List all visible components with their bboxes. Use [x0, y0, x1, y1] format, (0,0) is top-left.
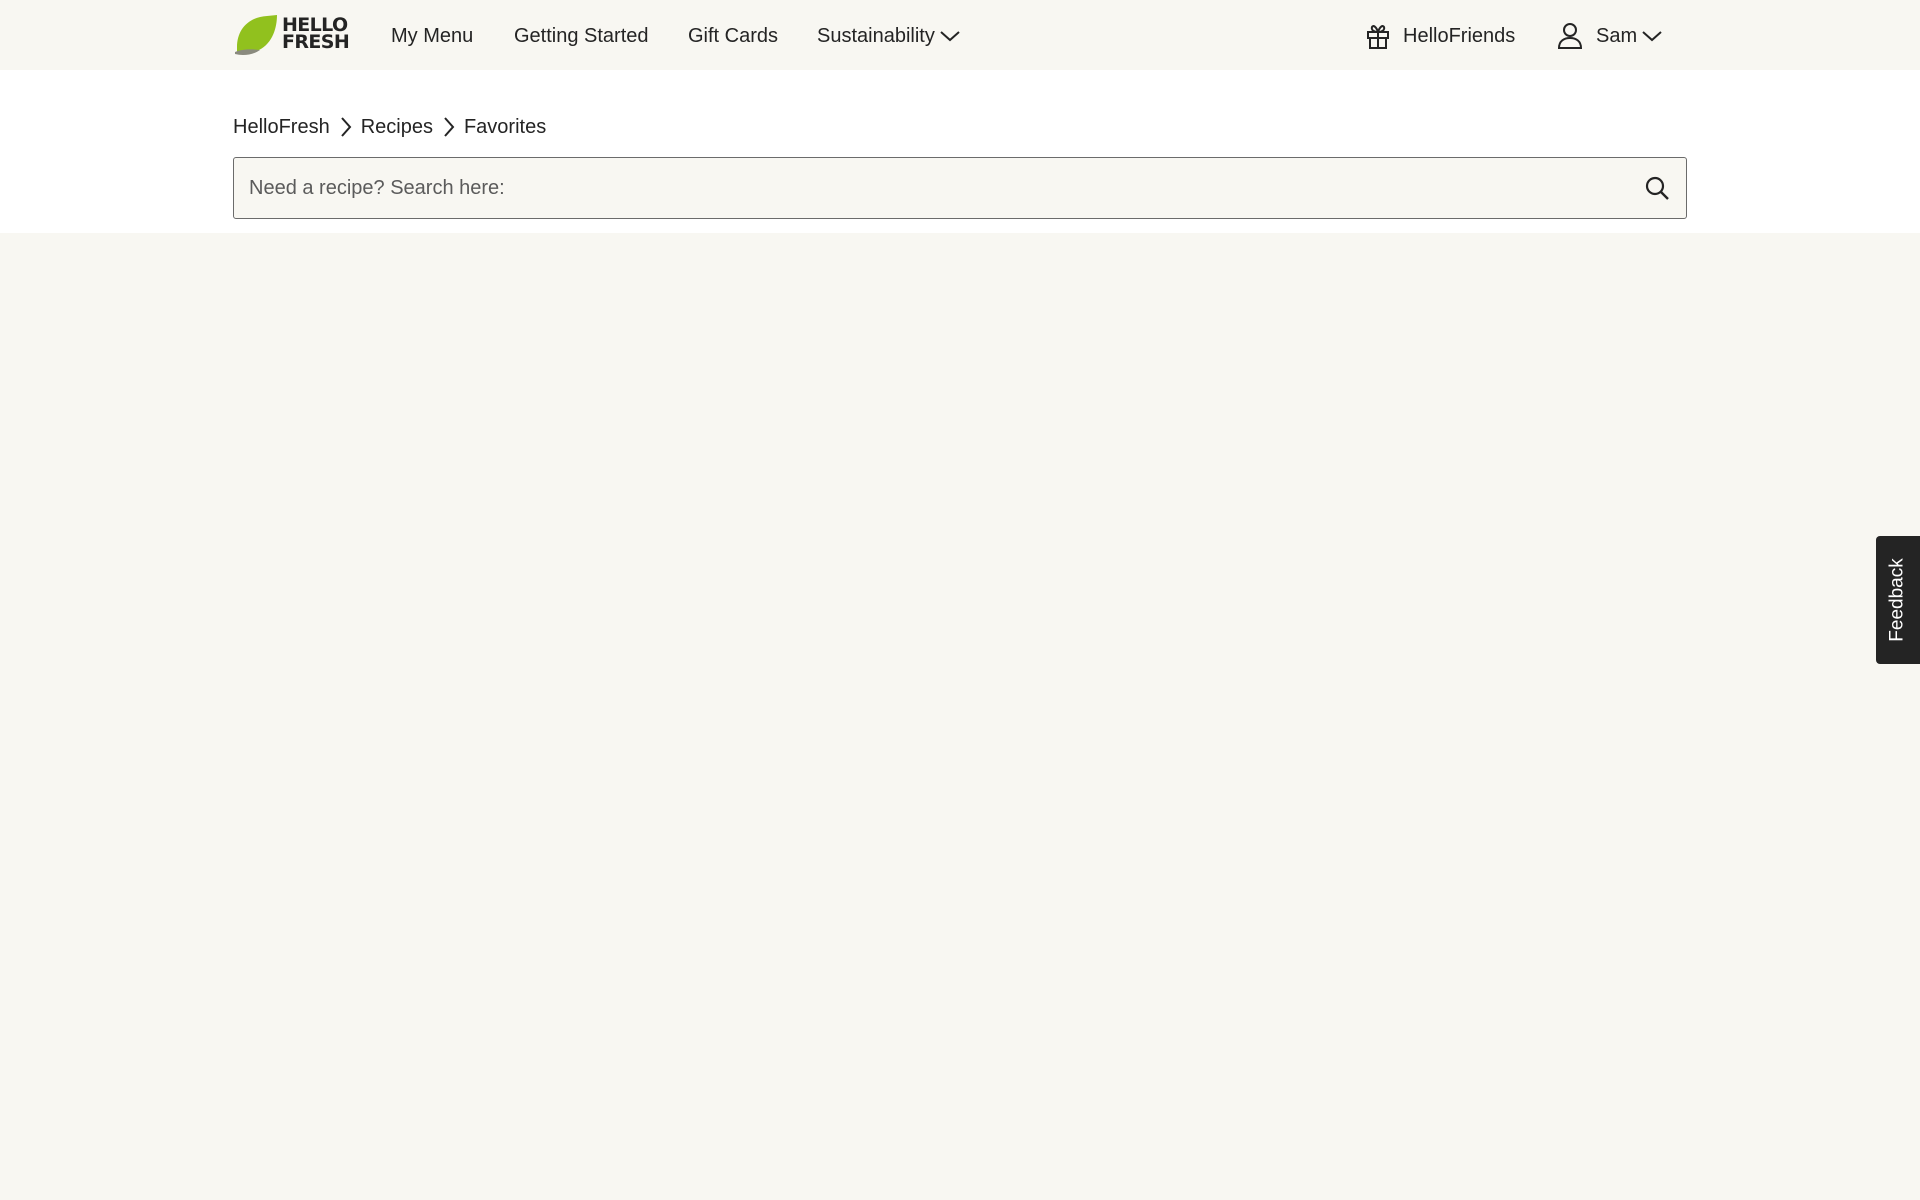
breadcrumb-favorites: Favorites: [463, 115, 547, 138]
user-icon: [1557, 23, 1583, 49]
chevron-down-icon: [1642, 31, 1662, 42]
recipe-search-input[interactable]: [234, 158, 1624, 218]
logo-wordmark: HELLO FRESH: [282, 16, 350, 53]
gift-icon: [1367, 25, 1389, 49]
nav-gift-cards[interactable]: Gift Cards: [688, 22, 778, 50]
leaf-logo-icon: [235, 15, 277, 55]
feedback-button[interactable]: Feedback: [1876, 536, 1920, 664]
nav-sustainability[interactable]: Sustainability: [817, 22, 961, 50]
search-icon[interactable]: [1644, 175, 1670, 201]
top-navigation-bar: HELLO FRESH My Menu Getting Started Gift…: [0, 0, 1920, 70]
logo-line-2: FRESH: [282, 31, 350, 53]
account-menu-button[interactable]: Sam: [1596, 22, 1663, 50]
chevron-right-icon: [444, 117, 455, 137]
chevron-right-icon: [340, 117, 352, 137]
feedback-label: Feedback: [1887, 558, 1909, 642]
nav-my-menu[interactable]: My Menu: [391, 22, 473, 50]
nav-sustainability-label: Sustainability: [817, 25, 935, 47]
nav-hellofriends[interactable]: HelloFriends: [1403, 22, 1515, 50]
breadcrumb-recipes[interactable]: Recipes: [361, 116, 433, 139]
breadcrumb-hellofresh[interactable]: HelloFresh: [233, 116, 330, 139]
nav-getting-started[interactable]: Getting Started: [514, 22, 649, 50]
breadcrumb: HelloFresh Recipes Favorites: [233, 112, 546, 142]
account-name: Sam: [1596, 25, 1638, 47]
hellofresh-logo[interactable]: HELLO FRESH: [233, 13, 353, 55]
chevron-down-icon: [940, 31, 960, 42]
recipe-search-bar: [233, 157, 1687, 219]
